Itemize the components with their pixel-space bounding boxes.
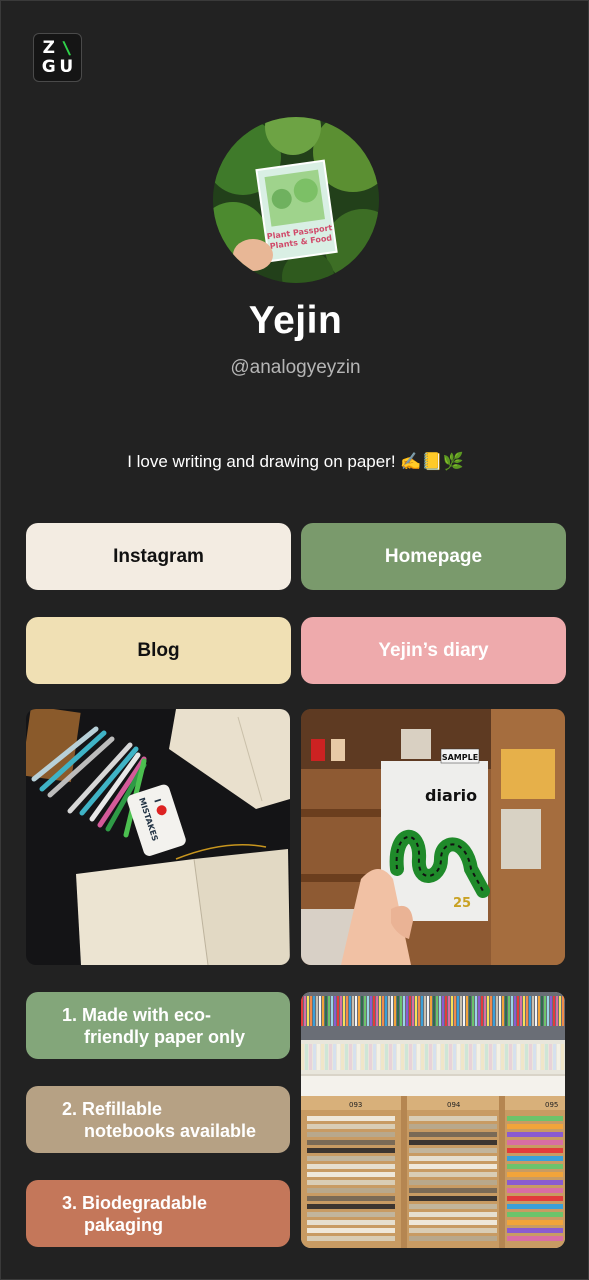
feature-1-line1: Made with eco- (82, 1004, 212, 1025)
shelf-photo-image: 093 094 095 (301, 992, 565, 1248)
diario-year: 25 (453, 896, 471, 911)
profile-avatar: Plant Passport Plants & Food (213, 117, 379, 283)
feature-3-line2: pakaging (84, 1214, 164, 1235)
feature-2-line2: notebooks available (84, 1120, 257, 1141)
feature-eco-paper[interactable]: 1. Made with eco- friendly paper only (26, 992, 290, 1059)
paper-shelf-photo[interactable]: 093 094 095 (301, 992, 565, 1248)
shelf-label-093: 093 (349, 1101, 362, 1109)
feature-refillable[interactable]: 2. Refillable notebooks available (26, 1086, 290, 1153)
diario-title: diario (425, 786, 477, 805)
avatar-image: Plant Passport Plants & Food (213, 117, 379, 283)
sample-label: SAMPLE (442, 753, 478, 762)
profile-bio: I love writing and drawing on paper! ✍️📒… (127, 452, 464, 471)
diario-photo-image: SAMPLE diario 25 (301, 709, 565, 965)
shelf-label-094: 094 (447, 1101, 461, 1109)
shelf-label-095: 095 (545, 1101, 558, 1109)
pens-notebooks-photo[interactable]: I MISTAKES (26, 709, 290, 965)
feature-3-number: 3. (62, 1192, 78, 1213)
feature-1-line2: friendly paper only (84, 1026, 246, 1047)
diary-button[interactable]: Yejin’s diary (301, 617, 566, 684)
diary-button-label: Yejin’s diary (378, 639, 489, 661)
feature-biodegradable[interactable]: 3. Biodegradable pakaging (26, 1180, 290, 1247)
feature-2-line1: Refillable (82, 1098, 163, 1119)
blog-button-label: Blog (137, 639, 180, 661)
feature-2-number: 2. (62, 1098, 78, 1119)
logo-slash: \ (61, 37, 71, 60)
brand-logo[interactable]: Z \ G U (33, 33, 82, 82)
instagram-button[interactable]: Instagram (26, 523, 291, 590)
feature-1-number: 1. (62, 1004, 78, 1025)
instagram-button-label: Instagram (113, 545, 204, 567)
feature-3-line1: Biodegradable (82, 1192, 208, 1213)
profile-handle[interactable]: @analogyeyzin (1, 357, 588, 379)
homepage-button-label: Homepage (384, 545, 483, 567)
logo-letter-u: U (59, 57, 74, 77)
logo-letter-z: Z (42, 38, 55, 58)
logo-letter-g: G (41, 57, 56, 77)
blog-button[interactable]: Blog (26, 617, 291, 684)
profile-name: Yejin (248, 299, 343, 342)
profile-page: Z \ G U Plant Passport Plants & Food Yej (0, 0, 589, 1280)
pens-photo-image: I MISTAKES (26, 709, 290, 965)
homepage-button[interactable]: Homepage (301, 523, 566, 590)
diario-photo[interactable]: SAMPLE diario 25 (301, 709, 565, 965)
